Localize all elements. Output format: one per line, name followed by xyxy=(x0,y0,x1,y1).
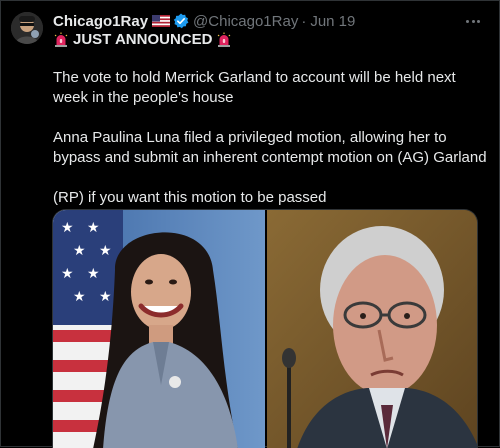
separator-dot: · xyxy=(301,12,307,30)
svg-text:★: ★ xyxy=(99,289,112,305)
police-siren-icon xyxy=(218,32,231,47)
tweet-paragraph: (RP) if you want this motion to be passe… xyxy=(53,189,327,206)
woman-flag-photo: ★ ★ ★ ★ ★ ★ ★ ★ xyxy=(53,210,265,448)
tweet-date[interactable]: Jun 19 xyxy=(310,13,355,30)
svg-text:★: ★ xyxy=(61,220,74,236)
tweet-paragraph: Anna Paulina Luna filed a privileged mot… xyxy=(53,129,487,166)
tweet-body: The vote to hold Merrick Garland to acco… xyxy=(53,68,488,208)
tweet-card[interactable]: Chicago1Ray @Chicago1Ray · Jun 19 JUST A… xyxy=(0,0,500,448)
user-handle[interactable]: @Chicago1Ray xyxy=(193,13,298,30)
avatar-image xyxy=(11,12,43,44)
us-flag-icon xyxy=(152,15,171,27)
headline-line: JUST ANNOUNCED xyxy=(53,31,232,48)
man-glasses-photo xyxy=(267,210,477,448)
svg-text:★: ★ xyxy=(73,289,86,305)
more-options-icon[interactable] xyxy=(461,10,485,32)
photo-right[interactable] xyxy=(267,210,477,448)
display-name[interactable]: Chicago1Ray xyxy=(53,13,148,30)
svg-text:★: ★ xyxy=(87,220,100,236)
tweet-media[interactable]: ★ ★ ★ ★ ★ ★ ★ ★ xyxy=(52,209,478,448)
svg-text:★: ★ xyxy=(73,243,86,259)
police-siren-icon xyxy=(54,32,68,47)
verified-badge-icon[interactable] xyxy=(173,13,189,29)
svg-text:★: ★ xyxy=(61,266,74,282)
photo-left[interactable]: ★ ★ ★ ★ ★ ★ ★ ★ xyxy=(53,210,265,448)
headline-text: JUST ANNOUNCED xyxy=(73,31,213,48)
tweet-header: Chicago1Ray @Chicago1Ray · Jun 19 xyxy=(53,10,485,32)
svg-text:★: ★ xyxy=(87,266,100,282)
avatar[interactable] xyxy=(11,12,43,44)
svg-text:★: ★ xyxy=(99,243,112,259)
tweet-paragraph: The vote to hold Merrick Garland to acco… xyxy=(53,69,456,106)
